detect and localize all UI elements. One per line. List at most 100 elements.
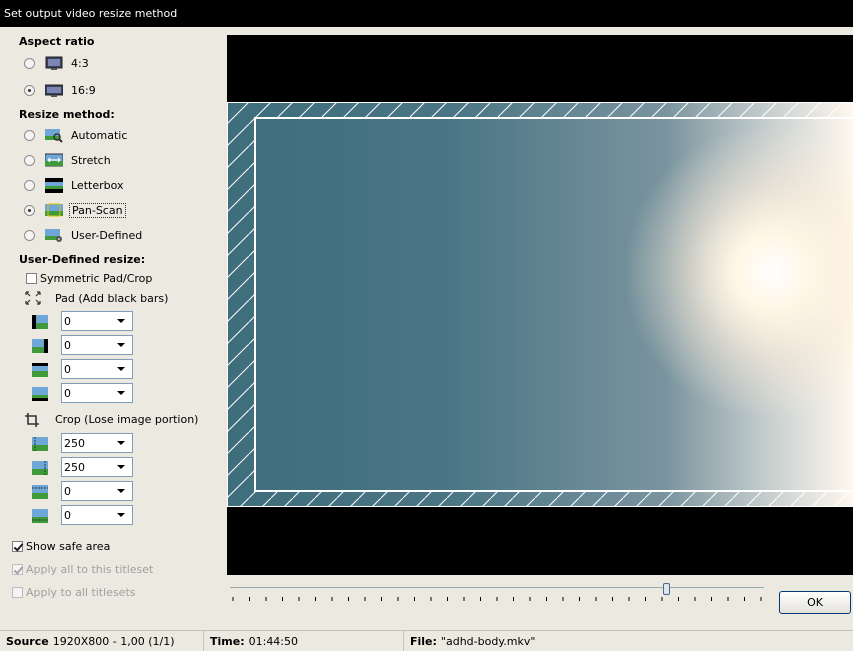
letterbox-radio[interactable] [24, 179, 35, 191]
user-defined-label: User-Defined [71, 228, 143, 242]
crop-top-icon [32, 485, 48, 499]
ok-button[interactable]: OK [779, 591, 851, 614]
chevron-down-icon [117, 319, 125, 323]
slider-ticks [232, 597, 762, 601]
resize-method-heading: Resize method: [19, 108, 115, 121]
pad-label: Pad (Add black bars) [55, 292, 169, 305]
user-defined-gear-icon [45, 228, 62, 242]
window-title: Set output video resize method [4, 7, 178, 20]
letterbox-icon [45, 177, 63, 193]
title-bar: Set output video resize method [0, 0, 853, 27]
pad-bottom-value: 0 [64, 386, 71, 400]
monitor-icon [45, 56, 63, 70]
user-defined-radio[interactable] [24, 229, 35, 241]
resize-option-letterbox[interactable]: Letterbox [24, 175, 124, 195]
apply-titleset-option: Apply all to this titleset [12, 560, 153, 578]
crop-bottom-select[interactable]: 0 [61, 505, 133, 525]
resize-option-stretch[interactable]: Stretch [24, 150, 111, 170]
apply-titleset-label: Apply all to this titleset [26, 562, 154, 576]
symmetric-checkbox[interactable] [26, 272, 37, 284]
pan-scan-icon [45, 203, 63, 216]
status-bar: Source 1920X800 - 1,00 (1/1) Time: 01:44… [0, 630, 853, 651]
apply-all-titlesets-option: Apply to all titlesets [12, 583, 136, 601]
file-label: File: [410, 634, 437, 648]
apply-all-checkbox [12, 586, 23, 598]
aspect-option-4-3[interactable]: 4:3 [24, 53, 89, 73]
pad-left-value: 0 [64, 314, 71, 328]
aspect-16-9-label: 16:9 [71, 83, 96, 97]
crop-icon [25, 413, 39, 427]
aspect-ratio-heading: Aspect ratio [19, 35, 95, 48]
crop-right-icon [32, 461, 48, 475]
stretch-label: Stretch [71, 153, 111, 167]
widescreen-monitor-icon [45, 84, 63, 97]
resize-option-pan-scan[interactable]: Pan-Scan [24, 200, 126, 220]
pad-top-icon [32, 363, 48, 377]
aspect-option-16-9[interactable]: 16:9 [24, 80, 96, 100]
automatic-label: Automatic [71, 128, 128, 142]
slider-thumb[interactable] [663, 583, 670, 595]
settings-panel: Aspect ratio 4:3 16:9 Resize method: Aut… [0, 27, 222, 630]
aspect-4-3-radio[interactable] [24, 57, 35, 69]
pad-bottom-icon [32, 387, 48, 401]
chevron-down-icon [117, 489, 125, 493]
pan-scan-label: Pan-Scan [69, 202, 126, 218]
chevron-down-icon [117, 441, 125, 445]
video-preview [227, 35, 853, 575]
automatic-magnifier-icon [45, 128, 63, 143]
crop-left-select[interactable]: 250 [61, 433, 133, 453]
crop-left-value: 250 [64, 436, 85, 450]
aspect-16-9-radio[interactable] [24, 84, 35, 96]
pad-top-value: 0 [64, 362, 71, 376]
crop-label: Crop (Lose image portion) [55, 413, 199, 426]
show-safe-area-option[interactable]: Show safe area [12, 537, 110, 555]
symmetric-label: Symmetric Pad/Crop [40, 271, 153, 285]
source-value: 1920X800 - 1,00 (1/1) [52, 634, 175, 648]
status-time: Time: 01:44:50 [204, 631, 404, 651]
symmetric-pad-crop-option[interactable]: Symmetric Pad/Crop [26, 269, 152, 287]
pad-bottom-select[interactable]: 0 [61, 383, 133, 403]
time-label: Time: [210, 634, 245, 648]
timeline-slider[interactable] [230, 583, 764, 605]
pan-scan-radio[interactable] [24, 204, 35, 216]
pad-left-icon [32, 315, 48, 329]
source-label: Source [6, 634, 49, 648]
crop-right-select[interactable]: 250 [61, 457, 133, 477]
apply-titleset-checkbox [12, 563, 23, 575]
pad-right-select[interactable]: 0 [61, 335, 133, 355]
pad-top-select[interactable]: 0 [61, 359, 133, 379]
crop-bottom-value: 0 [64, 508, 71, 522]
file-value: "adhd-body.mkv" [440, 634, 536, 648]
pad-left-select[interactable]: 0 [61, 311, 133, 331]
crop-bottom-icon [32, 509, 48, 523]
resize-option-user-defined[interactable]: User-Defined [24, 225, 142, 245]
chevron-down-icon [117, 343, 125, 347]
crop-top-value: 0 [64, 484, 71, 498]
video-frame [227, 102, 853, 507]
crop-left-icon [32, 437, 48, 451]
chevron-down-icon [117, 391, 125, 395]
automatic-radio[interactable] [24, 129, 35, 141]
stretch-radio[interactable] [24, 154, 35, 166]
status-file: File: "adhd-body.mkv" [404, 631, 853, 651]
status-source: Source 1920X800 - 1,00 (1/1) [0, 631, 204, 651]
pad-right-icon [32, 339, 48, 353]
chevron-down-icon [117, 465, 125, 469]
apply-all-label: Apply to all titlesets [26, 585, 136, 599]
crop-right-value: 250 [64, 460, 85, 474]
pad-expand-icon [25, 291, 41, 305]
safe-area-overlay [227, 102, 853, 507]
show-safe-area-label: Show safe area [26, 539, 111, 553]
stretch-icon [45, 153, 63, 166]
letterbox-label: Letterbox [71, 178, 124, 192]
time-value: 01:44:50 [248, 634, 299, 648]
chevron-down-icon [117, 367, 125, 371]
pad-right-value: 0 [64, 338, 71, 352]
slider-track[interactable] [230, 587, 764, 588]
aspect-4-3-label: 4:3 [71, 56, 89, 70]
resize-option-automatic[interactable]: Automatic [24, 125, 127, 145]
crop-top-select[interactable]: 0 [61, 481, 133, 501]
chevron-down-icon [117, 513, 125, 517]
show-safe-area-checkbox[interactable] [12, 540, 23, 552]
user-defined-heading: User-Defined resize: [19, 253, 146, 266]
